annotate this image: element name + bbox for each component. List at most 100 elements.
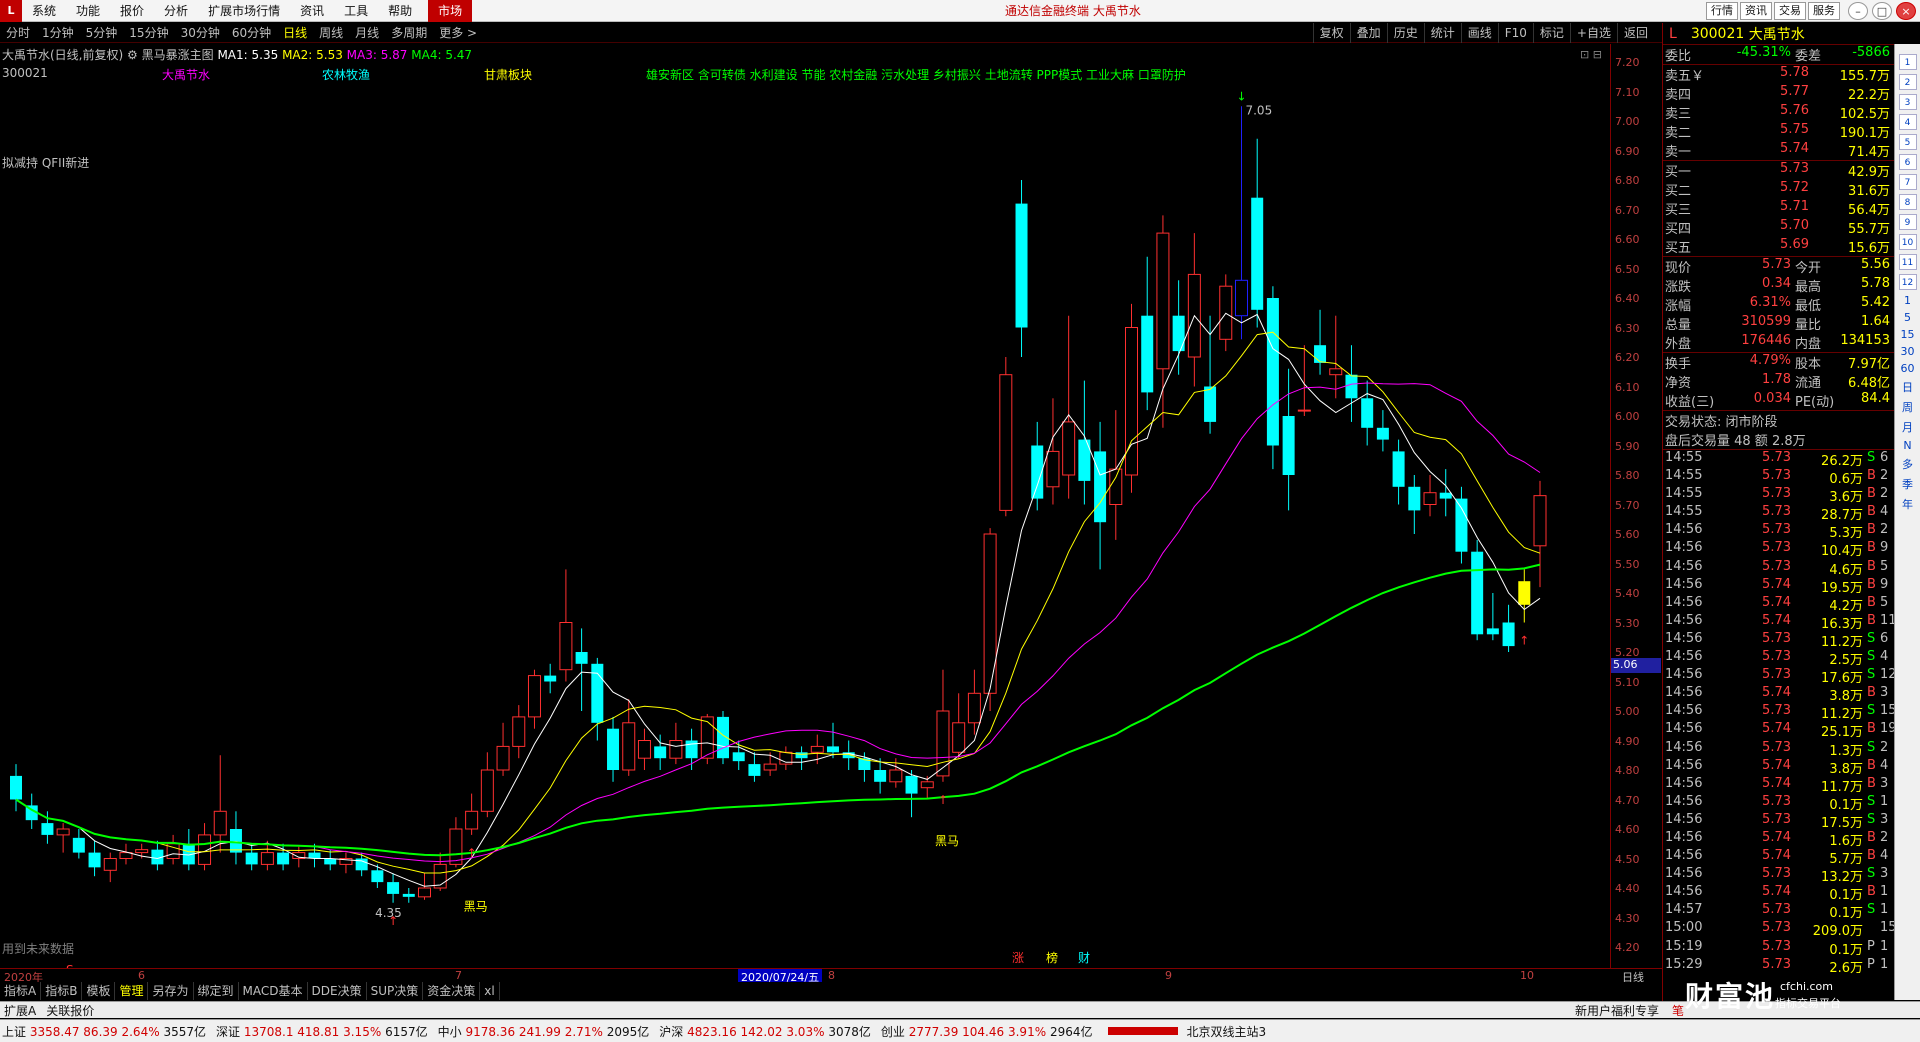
buy-level[interactable]: 买一 5.73 42.9万 (1663, 161, 1894, 180)
server-name[interactable]: 北京双线主站3 (1186, 1023, 1266, 1040)
toolbar-tool-button[interactable]: 9 (1898, 214, 1917, 230)
sell-level[interactable]: 卖三 5.76 102.5万 (1663, 103, 1894, 122)
toolbar-tool-button[interactable]: 3 (1898, 94, 1917, 110)
tab-manage[interactable]: 管理 (115, 982, 149, 1000)
period-5min[interactable]: 5分钟 (80, 23, 124, 43)
kline-chart[interactable]: 7.054.35黑马黑马↑↑↑↑↓涨榜财S (0, 44, 1610, 968)
stat-row: 总量 310599 量比 1.64 (1663, 314, 1894, 333)
indicator-name[interactable]: 黑马暴涨主图 (142, 48, 214, 62)
menu-ext-market[interactable]: 扩展市场行情 (198, 0, 290, 22)
menu-market[interactable]: 市场 (428, 0, 473, 22)
tab-dde[interactable]: DDE决策 (308, 982, 367, 1000)
tick-price: 5.73 (1762, 793, 1791, 809)
toolbar-period-button[interactable]: 15 (1901, 328, 1915, 341)
tool-add-watchlist[interactable]: +自选 (1569, 23, 1617, 43)
toolbar-period-button[interactable]: 30 (1901, 345, 1915, 358)
minimize-icon[interactable]: – (1848, 2, 1868, 20)
tab-indicator-a[interactable]: 指标A (0, 982, 42, 1000)
index-sh[interactable]: 上证 3358.47 86.39 2.64% 3557亿 (2, 1023, 206, 1040)
menu-function[interactable]: 功能 (66, 0, 110, 22)
sell-level[interactable]: 卖四 5.77 22.2万 (1663, 84, 1894, 103)
toolbar-tool-button[interactable]: 10 (1898, 234, 1917, 250)
tab-macd[interactable]: MACD基本 (239, 982, 308, 1000)
pen-button[interactable]: 笔 (1672, 1002, 1684, 1019)
top-news-button[interactable]: 资讯 (1740, 2, 1772, 20)
related-quote-button[interactable]: 关联报价 (46, 1002, 94, 1019)
toolbar-period-button[interactable]: 60 (1901, 362, 1915, 375)
tick-list[interactable]: 14:55 5.73 26.2万 S 6 14:55 5.73 0.6万 B 2 14:55 5.73… (1663, 450, 1894, 976)
top-quote-button[interactable]: 行情 (1706, 2, 1738, 20)
menu-analysis[interactable]: 分析 (154, 0, 198, 22)
tool-overlay[interactable]: 叠加 (1349, 23, 1387, 43)
tool-back[interactable]: 返回 (1616, 23, 1654, 43)
tab-bind[interactable]: 绑定到 (194, 982, 239, 1000)
tab-save-as[interactable]: 另存为 (148, 982, 194, 1000)
tool-f10[interactable]: F10 (1497, 23, 1533, 43)
buy-level[interactable]: 买五 5.69 15.6万 (1663, 237, 1894, 256)
toolbar-tool-button[interactable]: 12 (1898, 274, 1917, 290)
toolbar-period-button[interactable]: N (1903, 439, 1911, 452)
index-gem[interactable]: 创业 2777.39 104.46 3.91% 2964亿 (881, 1023, 1093, 1040)
toolbar-period-button[interactable]: 季 (1902, 476, 1913, 492)
gear-icon[interactable]: ⚙ (127, 48, 138, 62)
tab-template[interactable]: 模板 (82, 982, 116, 1000)
toolbar-period-button[interactable]: 1 (1904, 294, 1911, 307)
tool-adjust[interactable]: 复权 (1312, 23, 1350, 43)
period-15min[interactable]: 15分钟 (123, 23, 174, 43)
chart-window-controls[interactable]: ⊡ ⊟ (1580, 48, 1602, 61)
toolbar-tool-button[interactable]: 6 (1898, 154, 1917, 170)
toolbar-tool-button[interactable]: 5 (1898, 134, 1917, 150)
buy-level[interactable]: 买四 5.70 55.7万 (1663, 218, 1894, 237)
top-trade-button[interactable]: 交易 (1774, 2, 1806, 20)
tool-stats[interactable]: 统计 (1423, 23, 1461, 43)
period-30min[interactable]: 30分钟 (175, 23, 226, 43)
menu-quote[interactable]: 报价 (110, 0, 154, 22)
period-timeshare[interactable]: 分时 (0, 23, 36, 43)
menu-help[interactable]: 帮助 (378, 0, 422, 22)
tab-sup[interactable]: SUP决策 (367, 982, 424, 1000)
top-service-button[interactable]: 服务 (1808, 2, 1840, 20)
sell-level[interactable]: 卖五￥ 5.78 155.7万 (1663, 65, 1894, 84)
period-1min[interactable]: 1分钟 (36, 23, 80, 43)
new-user-link[interactable]: 新用户福利专享 (1575, 1002, 1659, 1019)
toolbar-tool-button[interactable]: 7 (1898, 174, 1917, 190)
sell-level[interactable]: 卖二 5.75 190.1万 (1663, 122, 1894, 141)
tab-xl[interactable]: xl (480, 982, 500, 1000)
ext-a-button[interactable]: 扩展A (4, 1002, 36, 1019)
period-daily[interactable]: 日线 (277, 23, 313, 43)
period-more[interactable]: 更多 > (433, 23, 483, 43)
toolbar-period-button[interactable]: 日 (1902, 379, 1913, 395)
x-label-10: 10 (1520, 969, 1534, 982)
menu-tools[interactable]: 工具 (334, 0, 378, 22)
period-monthly[interactable]: 月线 (349, 23, 385, 43)
toolbar-tool-button[interactable]: 2 (1898, 74, 1917, 90)
index-hs[interactable]: 沪深 4823.16 142.02 3.03% 3078亿 (659, 1023, 871, 1040)
sell-level[interactable]: 卖一 5.74 71.4万 (1663, 141, 1894, 160)
tab-indicator-b[interactable]: 指标B (41, 982, 83, 1000)
toolbar-tool-button[interactable]: 11 (1898, 254, 1917, 270)
tool-history[interactable]: 历史 (1386, 23, 1424, 43)
period-60min[interactable]: 60分钟 (226, 23, 277, 43)
period-weekly[interactable]: 周线 (313, 23, 349, 43)
tool-draw[interactable]: 画线 (1460, 23, 1498, 43)
toolbar-period-button[interactable]: 周 (1902, 399, 1913, 415)
period-multi[interactable]: 多周期 (385, 23, 433, 43)
tab-fund[interactable]: 资金决策 (423, 982, 481, 1000)
toolbar-period-button[interactable]: 多 (1902, 456, 1913, 472)
menu-system[interactable]: 系统 (22, 0, 66, 22)
toolbar-tool-button[interactable]: 4 (1898, 114, 1917, 130)
buy-level[interactable]: 买二 5.72 31.6万 (1663, 180, 1894, 199)
toolbar-period-button[interactable]: 5 (1904, 311, 1911, 324)
buy-level[interactable]: 买三 5.71 56.4万 (1663, 199, 1894, 218)
toolbar-period-button[interactable]: 年 (1902, 496, 1913, 512)
menu-info[interactable]: 资讯 (290, 0, 334, 22)
tool-mark[interactable]: 标记 (1532, 23, 1570, 43)
maximize-icon[interactable]: □ (1872, 2, 1892, 20)
index-sz[interactable]: 深证 13708.1 418.81 3.15% 6157亿 (216, 1023, 428, 1040)
chart-title: 大禹节水(日线,前复权) (2, 48, 124, 62)
close-icon[interactable]: × (1896, 2, 1916, 20)
index-sme[interactable]: 中小 9178.36 241.99 2.71% 2095亿 (438, 1023, 650, 1040)
toolbar-tool-button[interactable]: 8 (1898, 194, 1917, 210)
toolbar-period-button[interactable]: 月 (1902, 419, 1913, 435)
toolbar-tool-button[interactable]: 1 (1898, 54, 1917, 70)
